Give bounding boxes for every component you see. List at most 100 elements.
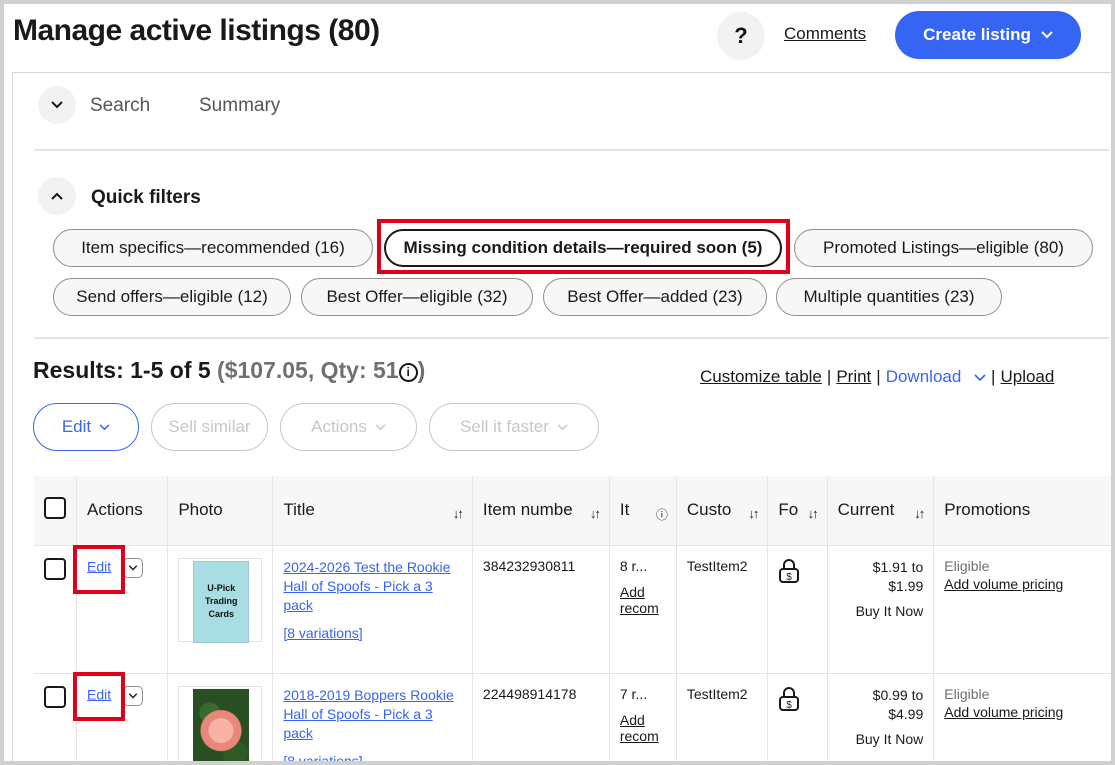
- add-volume-pricing-link[interactable]: Add volume pricing: [944, 576, 1102, 592]
- results-count: Results: 1-5 of 5: [33, 357, 218, 383]
- column-header-item: It ⓘ: [608, 476, 677, 545]
- row-format-cell: $: [767, 672, 828, 761]
- results-totals-end: ): [417, 357, 426, 383]
- upload-link[interactable]: Upload: [1000, 367, 1054, 386]
- search-toggle-button[interactable]: [38, 86, 76, 124]
- row-photo-cell: [167, 672, 273, 761]
- filter-chip-best-offer-added[interactable]: Best Offer—added (23): [543, 278, 767, 316]
- row-custom-label-cell: TestItem2: [675, 544, 768, 673]
- filter-chip-item-specifics[interactable]: Item specifics—recommended (16): [53, 229, 373, 267]
- create-listing-button[interactable]: Create listing: [895, 11, 1081, 59]
- highlight-box: [73, 545, 125, 594]
- sort-icon[interactable]: ↓↑: [808, 506, 819, 521]
- listings-panel: Search Summary Quick filters Item specif…: [12, 72, 1111, 761]
- row-actions-dropdown[interactable]: [123, 685, 144, 706]
- promotion-status: Eligible: [944, 685, 990, 702]
- lock-icon: $: [779, 558, 800, 583]
- info-icon[interactable]: ⓘ: [656, 506, 668, 523]
- separator: |: [991, 367, 996, 386]
- svg-text:$: $: [787, 700, 793, 711]
- row-title-cell: 2024-2026 Test the Rookie Hall of Spoofs…: [272, 544, 473, 673]
- sort-icon[interactable]: ↓↑: [914, 506, 925, 521]
- variations-link[interactable]: [8 variations]: [283, 753, 462, 762]
- row-checkbox[interactable]: [44, 685, 66, 708]
- column-custom-label: Custo: [686, 500, 732, 520]
- sell-it-faster-button[interactable]: Sell it faster: [429, 403, 599, 451]
- table-header-row: Actions Photo Title ↓↑ Item numbe ↓↑ It ⓘ C…: [34, 476, 1111, 545]
- row-item-number-cell: 384232930811: [471, 544, 610, 673]
- help-button[interactable]: ?: [717, 12, 765, 60]
- sell-similar-label: Sell similar: [168, 417, 251, 436]
- chevron-down-icon: [128, 692, 138, 698]
- column-item-number-label: Item numbe: [482, 500, 573, 520]
- row-format-cell: $: [767, 544, 828, 673]
- add-recommended-link[interactable]: Add recom: [620, 712, 666, 744]
- sell-similar-button[interactable]: Sell similar: [151, 403, 268, 451]
- row-price-cell: $1.91 to $1.99 Buy It Now: [826, 544, 934, 673]
- filter-chip-promoted-listings[interactable]: Promoted Listings—eligible (80): [794, 229, 1093, 267]
- column-header-current-price[interactable]: Current ↓↑: [826, 476, 934, 545]
- chevron-down-icon: [557, 423, 568, 430]
- tab-summary[interactable]: Summary: [199, 95, 280, 117]
- column-header-item-number[interactable]: Item numbe ↓↑: [471, 476, 610, 545]
- customize-table-link[interactable]: Customize table: [700, 367, 822, 386]
- comments-link[interactable]: Comments: [784, 24, 866, 44]
- edit-menu-button[interactable]: Edit: [33, 403, 139, 451]
- create-listing-label: Create listing: [923, 25, 1031, 44]
- results-totals: ($107.05, Qty: 51: [217, 357, 399, 383]
- row-select-cell: [34, 672, 77, 761]
- add-volume-pricing-link[interactable]: Add volume pricing: [944, 704, 1102, 720]
- filter-chip-send-offers[interactable]: Send offers—eligible (12): [53, 278, 291, 316]
- download-dropdown[interactable]: Download: [886, 367, 986, 386]
- quick-filters-title: Quick filters: [91, 187, 201, 208]
- column-title-label: Title: [283, 500, 315, 520]
- item-specifics-count: 7 r...: [619, 685, 648, 702]
- column-header-promotions: Promotions: [933, 476, 1111, 545]
- results-summary: Results: 1-5 of 5 ($107.05, Qty: 51 i): [33, 357, 425, 384]
- row-title-cell: 2018-2019 Boppers Rookie Hall of Spoofs …: [272, 672, 473, 762]
- page-title: Manage active listings (80): [13, 14, 380, 47]
- tab-search[interactable]: Search: [90, 95, 150, 117]
- actions-menu-button[interactable]: Actions: [280, 403, 417, 451]
- column-header-custom-label[interactable]: Custo ↓↑: [675, 476, 768, 545]
- download-label: Download: [885, 367, 962, 386]
- chevron-down-icon: [99, 423, 110, 430]
- listing-title-link[interactable]: 2024-2026 Test the Rookie Hall of Spoofs…: [283, 558, 462, 615]
- print-link[interactable]: Print: [836, 367, 871, 386]
- select-all-checkbox[interactable]: [44, 496, 66, 519]
- column-current-label: Current: [837, 500, 895, 520]
- row-item-cell: 7 r... Add recom: [608, 672, 677, 761]
- filter-chip-multiple-quantities[interactable]: Multiple quantities (23): [776, 278, 1002, 316]
- svg-text:$: $: [787, 572, 793, 583]
- column-header-format[interactable]: Fo ↓↑: [767, 476, 828, 545]
- listings-table: Actions Photo Title ↓↑ Item numbe ↓↑ It ⓘ C…: [34, 476, 1111, 761]
- chevron-down-icon: [375, 423, 386, 430]
- listing-thumbnail[interactable]: [178, 685, 263, 761]
- row-promotions-cell: Eligible Add volume pricing: [933, 672, 1111, 761]
- row-item-number-cell: 224498914178: [471, 672, 610, 761]
- price-range: $1.91 to $1.99: [872, 558, 924, 594]
- sell-it-faster-label: Sell it faster: [460, 417, 549, 436]
- sort-icon[interactable]: ↓↑: [748, 506, 759, 521]
- highlight-box: [377, 219, 790, 274]
- filter-chip-best-offer-eligible[interactable]: Best Offer—eligible (32): [301, 278, 533, 316]
- sort-icon[interactable]: ↓↑: [589, 506, 601, 521]
- divider: [34, 337, 1109, 339]
- row-actions-dropdown[interactable]: [123, 557, 144, 578]
- sort-icon[interactable]: ↓↑: [453, 506, 464, 521]
- column-header-title[interactable]: Title ↓↑: [272, 476, 473, 545]
- listing-title-link[interactable]: 2018-2019 Boppers Rookie Hall of Spoofs …: [283, 686, 462, 743]
- table-row: Edit 2018-2019 Boppers Rookie Hall of Sp…: [34, 672, 1111, 762]
- info-icon[interactable]: i: [398, 363, 418, 382]
- variations-link[interactable]: [8 variations]: [283, 625, 462, 641]
- highlight-box: [73, 672, 125, 721]
- listing-thumbnail[interactable]: U-Pick Trading Cards: [178, 557, 263, 643]
- row-checkbox[interactable]: [44, 557, 66, 580]
- row-photo-cell: U-Pick Trading Cards: [167, 544, 273, 673]
- add-recommended-link[interactable]: Add recom: [620, 584, 666, 616]
- chevron-down-icon: [128, 564, 138, 570]
- table-row: Edit U-Pick Trading Cards 2024-2026 Test…: [34, 544, 1111, 673]
- row-promotions-cell: Eligible Add volume pricing: [933, 544, 1111, 673]
- row-custom-label-cell: TestItem2: [675, 672, 768, 761]
- quick-filters-toggle-button[interactable]: [38, 177, 76, 215]
